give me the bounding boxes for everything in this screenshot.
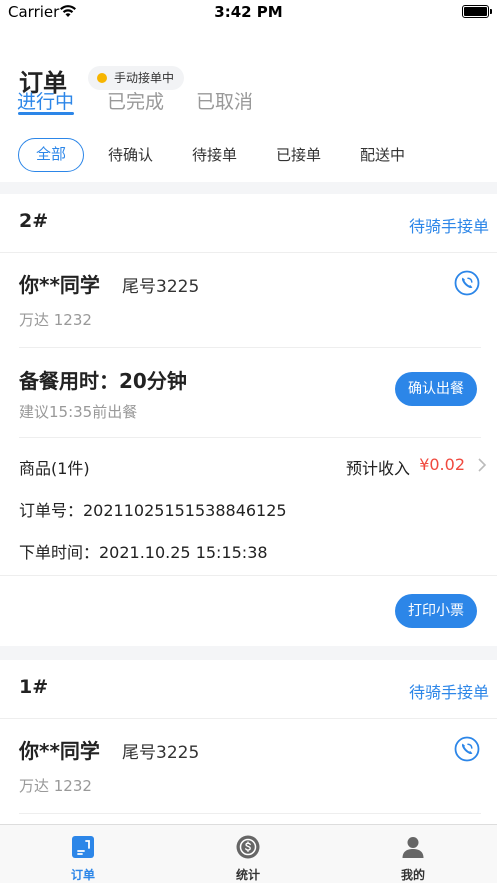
filter-all[interactable]: 全部 xyxy=(18,138,84,172)
customer-address: 万达 1232 xyxy=(19,311,92,329)
nav-profile[interactable]: 我的 xyxy=(373,825,453,883)
phone-tail-number: 尾号3225 xyxy=(122,743,200,763)
divider xyxy=(19,813,481,814)
confirm-ready-button[interactable]: 确认出餐 xyxy=(395,372,477,406)
filter-awaiting-accept[interactable]: 待接单 xyxy=(192,138,237,172)
divider xyxy=(19,347,481,348)
income-label: 预计收入 xyxy=(345,459,410,478)
order-id: 订单号：20211025151538846125 xyxy=(19,501,287,520)
customer-name: 你**同学 xyxy=(19,273,100,297)
phone-icon[interactable] xyxy=(454,270,480,296)
print-receipt-button[interactable]: 打印小票 xyxy=(395,594,477,628)
order-number: 2# xyxy=(19,210,49,232)
active-tab-indicator xyxy=(18,112,74,115)
suggested-time: 建议15:35前出餐 xyxy=(19,403,138,421)
orders-header: 订单 手动接单中 进行中 已完成 已取消 全部 待确认 待接单 已接单 配送中 xyxy=(0,26,497,182)
divider xyxy=(19,437,481,438)
status-dot-icon xyxy=(97,73,107,83)
nav-orders[interactable]: 订单 xyxy=(43,825,123,883)
order-number: 1# xyxy=(19,676,49,698)
order-status: 待骑手接单 xyxy=(408,217,489,236)
nav-profile-label: 我的 xyxy=(400,868,425,882)
filter-delivering[interactable]: 配送中 xyxy=(360,138,405,172)
phone-tail-number: 尾号3225 xyxy=(122,277,200,297)
customer-address: 万达 1232 xyxy=(19,777,92,795)
status-bar: Carrier 3:42 PM xyxy=(0,0,497,26)
filter-accepted[interactable]: 已接单 xyxy=(276,138,321,172)
tab-completed[interactable]: 已完成 xyxy=(107,87,164,114)
phone-icon[interactable] xyxy=(454,736,480,762)
statistics-coin-icon xyxy=(236,835,260,859)
prep-time: 备餐用时：20分钟 xyxy=(19,369,187,393)
divider xyxy=(0,575,497,576)
divider xyxy=(0,252,497,253)
nav-statistics[interactable]: 统计 xyxy=(208,825,288,883)
order-time: 下单时间：2021.10.25 15:15:38 xyxy=(19,543,268,562)
tab-cancelled[interactable]: 已取消 xyxy=(196,87,253,114)
income-value: ¥0.02 xyxy=(419,455,465,474)
mode-badge-label: 手动接单中 xyxy=(114,71,175,85)
tab-in-progress[interactable]: 进行中 xyxy=(17,87,74,114)
profile-icon xyxy=(402,837,424,858)
filter-pending-confirm[interactable]: 待确认 xyxy=(108,138,153,172)
nav-orders-label: 订单 xyxy=(70,868,95,882)
chevron-right-icon[interactable] xyxy=(477,458,487,472)
order-status: 待骑手接单 xyxy=(408,683,489,702)
divider xyxy=(0,718,497,719)
customer-name: 你**同学 xyxy=(19,739,100,763)
order-card[interactable]: 2# 待骑手接单 你**同学 尾号3225 万达 1232 备餐用时：20分钟 … xyxy=(0,194,497,646)
bottom-tab-bar: 订单 统计 我的 xyxy=(0,824,497,883)
orders-icon xyxy=(72,836,94,858)
nav-statistics-label: 统计 xyxy=(235,868,260,882)
battery-icon xyxy=(462,5,492,18)
clock-time: 3:42 PM xyxy=(214,3,283,21)
goods-count[interactable]: 商品(1件) xyxy=(19,455,90,479)
order-card[interactable]: 1# 待骑手接单 你**同学 尾号3225 万达 1232 xyxy=(0,660,497,824)
